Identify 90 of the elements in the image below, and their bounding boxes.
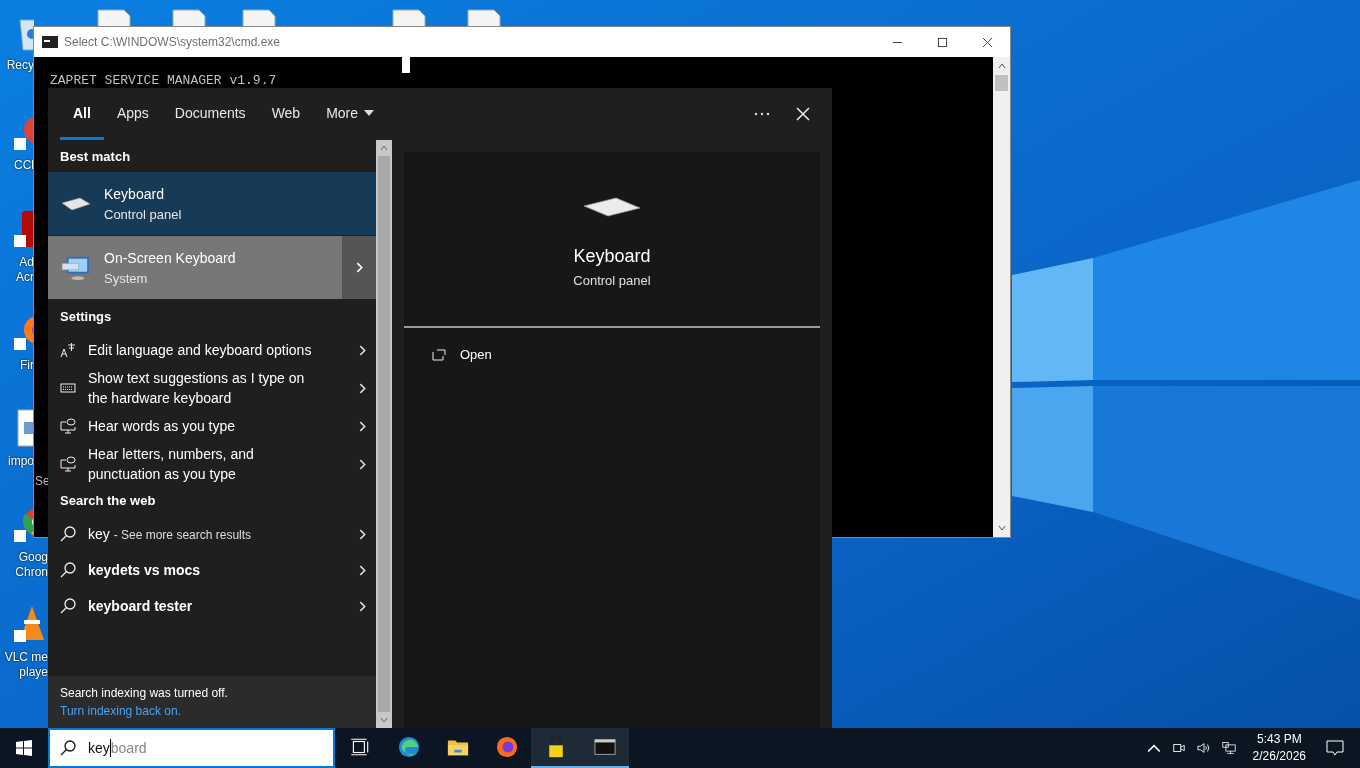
language-icon [60,342,76,358]
result-title: Hear letters, numbers, and punctuation as you type [88,445,255,484]
result-subtitle: System [104,270,149,286]
clock-time: 5:43 PM [1256,731,1302,748]
section-heading: Search the web [59,492,157,510]
taskbar-button[interactable] [531,728,580,768]
result-title: keydets vs mocs [88,561,202,580]
clock-date: 2/26/2026 [1252,748,1306,765]
result-item[interactable]: keydets vs mocs [48,552,376,588]
section-heading: Settings [59,308,113,326]
result-title: On-Screen Keyboard [104,249,237,266]
notice-text: Search indexing was turned off. [60,686,229,700]
camera-icon[interactable] [1171,741,1186,755]
task-view-icon [348,736,371,758]
result-item[interactable]: Edit language and keyboard options [48,332,376,368]
notifications-icon[interactable] [1326,740,1344,756]
keyboard-icon [582,196,642,218]
console-line: ZAPRET SERVICE MANAGER v1.9.7 [50,73,278,88]
search-text: keyboard [88,739,147,757]
console-icon [42,36,58,48]
search-icon [60,562,76,578]
result-title: keyboard tester [88,597,194,616]
maximize-icon[interactable] [937,36,948,48]
enable-indexing-link[interactable]: Turn indexing back on. [60,704,181,718]
desktop-icon-label: Goog Chron [15,550,48,580]
open-icon [432,348,446,361]
result-title: Hear words as you type [88,417,237,436]
result-item[interactable]: Show text suggestions as I type on the hardware keyboard [48,368,376,408]
filter-tab[interactable]: Web [258,88,314,140]
filter-tab[interactable]: Apps [103,88,162,140]
filter-tab[interactable]: Documents [161,88,259,140]
search-icon [60,598,76,614]
scroll-down-icon[interactable] [379,715,389,725]
preview-title: Keyboard [573,246,651,267]
scroll-down-icon[interactable] [996,523,1007,533]
more-dropdown[interactable]: More [313,88,388,140]
result-item[interactable]: On-Screen Keyboard System [48,236,376,299]
result-item[interactable]: key - See more search results [48,516,376,552]
chevron-right-icon[interactable] [359,458,366,470]
scrollbar[interactable] [993,57,1010,537]
open-button[interactable]: Open [426,346,498,363]
preview-subtitle: Control panel [573,273,651,288]
chevron-right-icon[interactable] [359,528,366,540]
scroll-thumb[interactable] [378,156,390,712]
console-icon [593,736,616,758]
keyboard-icon [60,380,76,396]
network-icon[interactable] [1221,741,1236,755]
chevron-right-icon[interactable] [359,344,366,356]
scroll-up-icon[interactable] [379,143,389,153]
windows-logo-icon [16,740,32,756]
desktop-icon-label: CCl [14,158,34,173]
desktop-icon-label: Recy [6,58,34,73]
speaker-icon[interactable] [1196,741,1211,755]
result-item[interactable]: Hear words as you type [48,408,376,444]
search-icon [60,526,76,542]
clock[interactable]: 5:43 PM 2/26/2026 [1252,731,1306,765]
result-subtitle: Control panel [104,206,183,222]
desktop-icon-label: VLC me playe [4,650,48,680]
search-field[interactable]: keyboard [48,728,335,768]
window-title: Select C:\WINDOWS\system32\cmd.exe [64,35,281,49]
result-title: Show text suggestions as I type on the hardware keyboard [88,369,306,408]
chevron-right-icon[interactable] [359,382,366,394]
monitor-speech-icon [60,418,76,434]
result-title: Keyboard [104,185,165,202]
section-heading: Best match [59,148,132,166]
desktop-icon-label: impo [8,454,34,469]
filter-tab[interactable]: All [60,88,104,140]
result-item[interactable]: keyboard tester [48,588,376,624]
scroll-thumb[interactable] [995,75,1008,91]
browser-icon [397,736,420,758]
result-item[interactable]: Keyboard Control panel [48,172,376,235]
result-title: key - See more search results [88,524,253,544]
search-icon [60,740,76,756]
desktop-icon-label: Ad Acr [16,255,34,285]
chevron-right-icon[interactable] [359,600,366,612]
taskbar-button[interactable] [580,728,629,768]
close-icon[interactable] [982,36,993,48]
browser-icon [495,736,518,758]
result-title: Edit language and keyboard options [88,341,313,360]
scroll-up-icon[interactable] [996,61,1007,71]
scrollbar[interactable] [376,140,392,728]
chevron-right-icon[interactable] [359,564,366,576]
caret-icon [364,109,375,116]
result-item[interactable]: Hear letters, numbers, and punctuation as you type [48,444,376,484]
monitor-icon [60,254,92,281]
chevron-right-icon[interactable] [359,420,366,432]
monitor-speech-icon [60,456,76,472]
desktop-icon-label: Fir [20,358,34,373]
more-options-icon[interactable] [754,112,770,116]
chevron-right-icon [355,262,363,273]
